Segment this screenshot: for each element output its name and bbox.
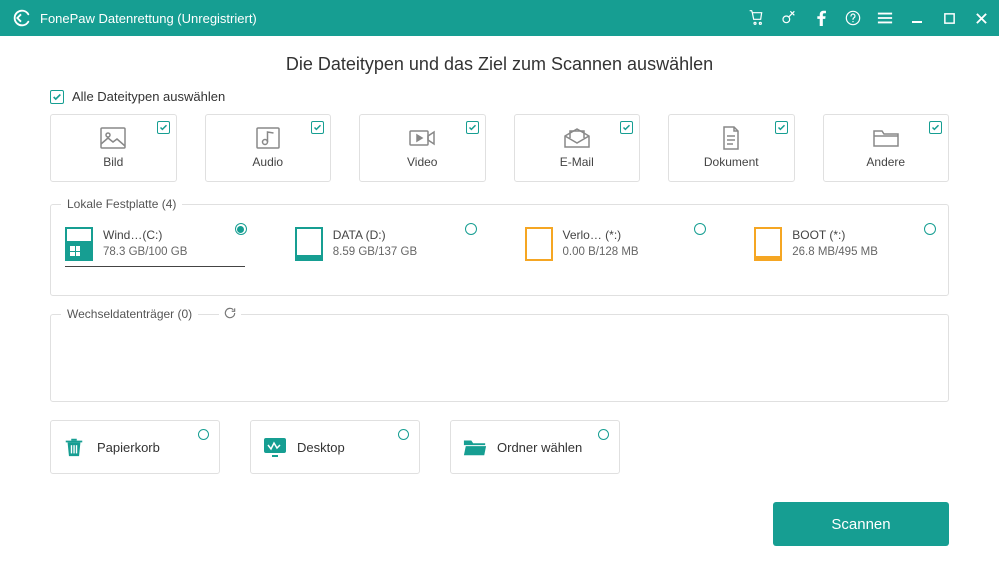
drive-radio[interactable] (694, 223, 706, 235)
desktop-icon (263, 436, 287, 458)
drive-name: Wind…(C:) (103, 227, 187, 244)
content-area: Die Dateitypen und das Ziel zum Scannen … (0, 36, 999, 562)
location-label: Papierkorb (97, 440, 160, 455)
drive-radio[interactable] (924, 223, 936, 235)
drive-size: 8.59 GB/137 GB (333, 244, 417, 260)
type-checkbox[interactable] (775, 121, 788, 134)
type-checkbox[interactable] (157, 121, 170, 134)
app-title: FonePaw Datenrettung (Unregistriert) (40, 11, 257, 26)
email-icon (564, 127, 590, 149)
facebook-icon[interactable] (813, 10, 829, 26)
drive-item[interactable]: DATA (D:)8.59 GB/137 GB (295, 227, 475, 261)
drive-item[interactable]: BOOT (*:)26.8 MB/495 MB (754, 227, 934, 261)
folder-open-icon (463, 436, 487, 458)
maximize-icon[interactable] (941, 10, 957, 26)
folder-icon (873, 127, 899, 149)
minimize-icon[interactable] (909, 10, 925, 26)
help-icon[interactable] (845, 10, 861, 26)
video-icon (409, 127, 435, 149)
scan-button[interactable]: Scannen (773, 502, 949, 546)
type-label: Video (407, 155, 437, 169)
refresh-icon[interactable] (219, 306, 241, 323)
close-icon[interactable] (973, 10, 989, 26)
location-desktop[interactable]: Desktop (250, 420, 420, 474)
location-radio[interactable] (398, 429, 409, 440)
removable-section: Wechseldatenträger (0) (50, 314, 949, 402)
type-card-document[interactable]: Dokument (668, 114, 795, 182)
drive-radio[interactable] (235, 223, 247, 235)
drive-icon (295, 227, 323, 261)
type-label: Andere (866, 155, 905, 169)
type-checkbox[interactable] (929, 121, 942, 134)
drive-name: DATA (D:) (333, 227, 417, 244)
key-icon[interactable] (781, 10, 797, 26)
type-card-audio[interactable]: Audio (205, 114, 332, 182)
page-heading: Die Dateitypen und das Ziel zum Scannen … (50, 54, 949, 75)
drive-icon (65, 227, 93, 261)
drive-size: 26.8 MB/495 MB (792, 244, 878, 260)
location-label: Desktop (297, 440, 345, 455)
file-types-row: Bild Audio Video E-Mail Dokument Andere (50, 114, 949, 182)
select-all-checkbox[interactable] (50, 90, 64, 104)
type-label: E-Mail (560, 155, 594, 169)
type-card-video[interactable]: Video (359, 114, 486, 182)
drive-name: BOOT (*:) (792, 227, 878, 244)
drive-icon (525, 227, 553, 261)
drive-name: Verlo… (*:) (563, 227, 639, 244)
audio-icon (255, 127, 281, 149)
drive-item[interactable]: Verlo… (*:)0.00 B/128 MB (525, 227, 705, 261)
type-label: Dokument (704, 155, 759, 169)
trash-icon (63, 436, 87, 458)
type-card-other[interactable]: Andere (823, 114, 950, 182)
removable-label: Wechseldatenträger (0) (61, 307, 198, 321)
type-label: Audio (252, 155, 283, 169)
local-drives-section: Lokale Festplatte (4) Wind…(C:)78.3 GB/1… (50, 204, 949, 296)
drive-size: 0.00 B/128 MB (563, 244, 639, 260)
cart-icon[interactable] (749, 10, 765, 26)
select-all-label: Alle Dateitypen auswählen (72, 89, 225, 104)
menu-icon[interactable] (877, 10, 893, 26)
location-radio[interactable] (598, 429, 609, 440)
document-icon (718, 127, 744, 149)
drive-item[interactable]: Wind…(C:)78.3 GB/100 GB (65, 227, 245, 267)
location-choose-folder[interactable]: Ordner wählen (450, 420, 620, 474)
location-radio[interactable] (198, 429, 209, 440)
app-logo-icon (10, 7, 32, 29)
location-recycle-bin[interactable]: Papierkorb (50, 420, 220, 474)
type-card-image[interactable]: Bild (50, 114, 177, 182)
type-checkbox[interactable] (311, 121, 324, 134)
titlebar: FonePaw Datenrettung (Unregistriert) (0, 0, 999, 36)
type-label: Bild (103, 155, 123, 169)
type-card-email[interactable]: E-Mail (514, 114, 641, 182)
drive-radio[interactable] (465, 223, 477, 235)
drive-size: 78.3 GB/100 GB (103, 244, 187, 260)
local-drives-label: Lokale Festplatte (4) (61, 197, 182, 211)
drive-icon (754, 227, 782, 261)
location-label: Ordner wählen (497, 440, 582, 455)
type-checkbox[interactable] (620, 121, 633, 134)
image-icon (100, 127, 126, 149)
type-checkbox[interactable] (466, 121, 479, 134)
